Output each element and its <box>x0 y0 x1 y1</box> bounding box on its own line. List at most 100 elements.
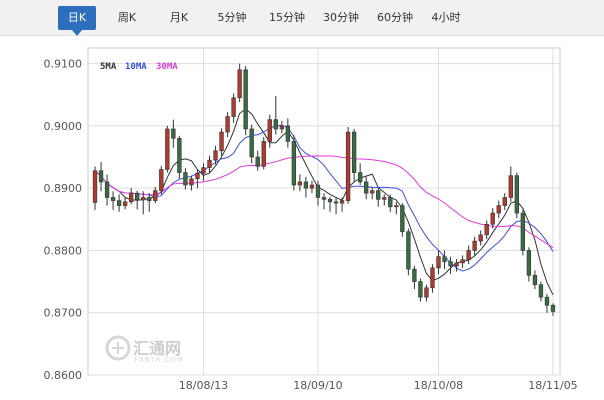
candle-body <box>315 184 321 198</box>
candle-body <box>466 250 471 261</box>
candle-body <box>135 192 140 201</box>
candle-body <box>412 268 417 282</box>
tab-4hour[interactable]: 4小时 <box>424 6 468 30</box>
candle-body <box>424 287 429 298</box>
candle-body <box>261 141 266 167</box>
legend-5ma: 5MA <box>100 62 117 72</box>
tab-15min[interactable]: 15分钟 <box>262 6 312 30</box>
candle-body <box>116 200 122 206</box>
candle-body <box>231 97 236 117</box>
candle-body <box>544 296 550 306</box>
candle-body <box>141 197 146 201</box>
candle-body <box>303 181 309 189</box>
candle-body <box>472 240 477 251</box>
candle-body <box>436 256 441 269</box>
candlestick-chart: 汇通网 FX678.COM 0.8600 0.8700 0.8800 0.8900 0.… <box>44 47 578 392</box>
candle-body <box>454 262 459 267</box>
candle-body <box>478 234 483 242</box>
tab-weekly[interactable]: 周K <box>108 6 146 30</box>
candle-body <box>339 200 345 204</box>
candle-body <box>351 131 357 173</box>
candle-body <box>177 138 182 173</box>
candle-body <box>388 197 393 208</box>
candle-body <box>291 141 297 186</box>
tab-monthly[interactable]: 月K <box>160 6 198 30</box>
candle-body <box>249 128 254 158</box>
candle-body <box>442 256 447 262</box>
candle-body <box>394 205 399 208</box>
candle-body <box>333 201 339 204</box>
y-tick-label: 0.8800 <box>44 244 83 257</box>
candle-body <box>484 223 489 236</box>
candle-body <box>92 170 98 203</box>
candle-body <box>213 150 218 161</box>
candle-body <box>159 169 164 191</box>
candle-body <box>153 190 158 201</box>
legend-10ma: 10MA <box>125 62 147 72</box>
plot-frame <box>87 47 561 376</box>
y-tick-label: 0.8700 <box>44 307 83 320</box>
ma-legend: 5MA 10MA 30MA <box>100 62 178 72</box>
candle-body <box>189 178 194 186</box>
candle-body <box>243 69 248 130</box>
tab-5min[interactable]: 5分钟 <box>210 6 254 30</box>
period-tab-bar: 日K 周K 月K 5分钟 15分钟 30分钟 60分钟 4小时 <box>0 0 604 36</box>
candle-body <box>321 197 327 200</box>
candle-body <box>448 261 453 267</box>
candle-body <box>508 175 513 198</box>
candle-body <box>526 250 532 276</box>
candle-body <box>183 172 188 186</box>
candle-body <box>430 267 435 289</box>
y-tick-label: 0.9000 <box>44 120 83 133</box>
candle-body <box>514 175 519 214</box>
candle-body <box>460 259 465 264</box>
candle-body <box>225 116 230 133</box>
candle-body <box>345 131 351 201</box>
candle-body <box>532 275 538 285</box>
candle-body <box>297 181 303 186</box>
watermark-icon-cross <box>112 342 124 354</box>
candle-body <box>267 119 272 142</box>
legend-30ma: 30MA <box>156 62 178 72</box>
candle-body <box>98 170 104 183</box>
candle-body <box>520 212 526 251</box>
candle-body <box>400 205 405 233</box>
tab-daily[interactable]: 日K <box>58 6 96 36</box>
candles <box>92 63 556 316</box>
candle-body <box>255 156 260 167</box>
candle-body <box>382 197 387 200</box>
candle-body <box>165 128 170 170</box>
candle-body <box>201 167 206 174</box>
x-tick-label: 18/11/05 <box>528 379 577 392</box>
x-tick-label: 18/09/10 <box>293 379 342 392</box>
y-tick-label: 0.8600 <box>44 369 83 382</box>
candle-body <box>219 131 224 152</box>
x-tick-label: 18/10/08 <box>414 379 463 392</box>
candle-body <box>110 197 116 201</box>
candle-body <box>171 128 176 139</box>
candle-body <box>129 192 134 203</box>
tab-60min[interactable]: 60分钟 <box>370 6 420 30</box>
candle-body <box>122 201 128 206</box>
candle-body <box>496 205 501 214</box>
candle-body <box>279 125 284 130</box>
y-tick-label: 0.8900 <box>44 182 83 195</box>
x-tick-label: 18/08/13 <box>179 379 228 392</box>
candle-body <box>195 172 200 180</box>
watermark-logo: 汇通网 FX678.COM <box>105 335 183 364</box>
candle-body <box>309 184 315 189</box>
candle-body <box>207 159 212 168</box>
y-tick-label: 0.9100 <box>44 58 83 71</box>
candle-body <box>376 190 381 200</box>
candle-body <box>364 181 369 194</box>
candle-body <box>550 304 556 312</box>
candle-body <box>357 172 363 183</box>
tab-30min[interactable]: 30分钟 <box>316 6 366 30</box>
candle-body <box>237 69 242 99</box>
candle-body <box>327 199 333 203</box>
candle-body <box>490 212 495 225</box>
candle-body <box>502 197 507 206</box>
candle-body <box>418 281 423 298</box>
candle-body <box>273 119 278 130</box>
grid <box>87 47 561 376</box>
